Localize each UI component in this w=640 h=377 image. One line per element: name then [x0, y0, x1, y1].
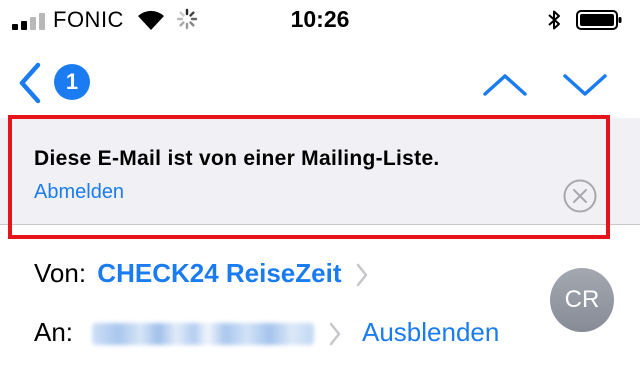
close-icon[interactable]	[562, 178, 598, 214]
hide-details-link[interactable]: Ausblenden	[362, 317, 499, 348]
next-message-button[interactable]	[560, 68, 610, 102]
chevron-right-icon	[356, 263, 367, 287]
chevron-up-icon	[483, 74, 527, 96]
mailing-list-banner: Diese E-Mail ist von einer Mailing-Liste…	[0, 118, 640, 225]
sender-name[interactable]: CHECK24 ReiseZeit	[97, 258, 341, 288]
status-time: 10:26	[290, 6, 350, 32]
redacted-recipient[interactable]	[92, 323, 315, 346]
unsubscribe-link[interactable]: Abmelden	[34, 181, 124, 204]
chevron-down-icon	[563, 74, 607, 96]
mailing-list-message: Diese E-Mail ist von einer Mailing-Liste…	[34, 147, 440, 170]
from-label: Von:	[34, 258, 87, 288]
chevron-left-icon	[19, 62, 41, 104]
back-button[interactable]: 1	[18, 62, 98, 106]
avatar[interactable]: CR	[550, 268, 614, 332]
navigation-bar: 1	[0, 52, 640, 112]
previous-message-button[interactable]	[480, 68, 530, 102]
battery-icon	[576, 10, 622, 30]
bluetooth-icon	[548, 10, 560, 30]
to-row: An:	[34, 317, 342, 348]
status-bar: FONIC 10:26	[0, 0, 640, 40]
from-row: Von: CHECK24 ReiseZeit	[34, 258, 369, 289]
to-label: An:	[34, 317, 74, 347]
unread-count-badge: 1	[54, 64, 90, 100]
chevron-right-icon	[329, 322, 340, 346]
